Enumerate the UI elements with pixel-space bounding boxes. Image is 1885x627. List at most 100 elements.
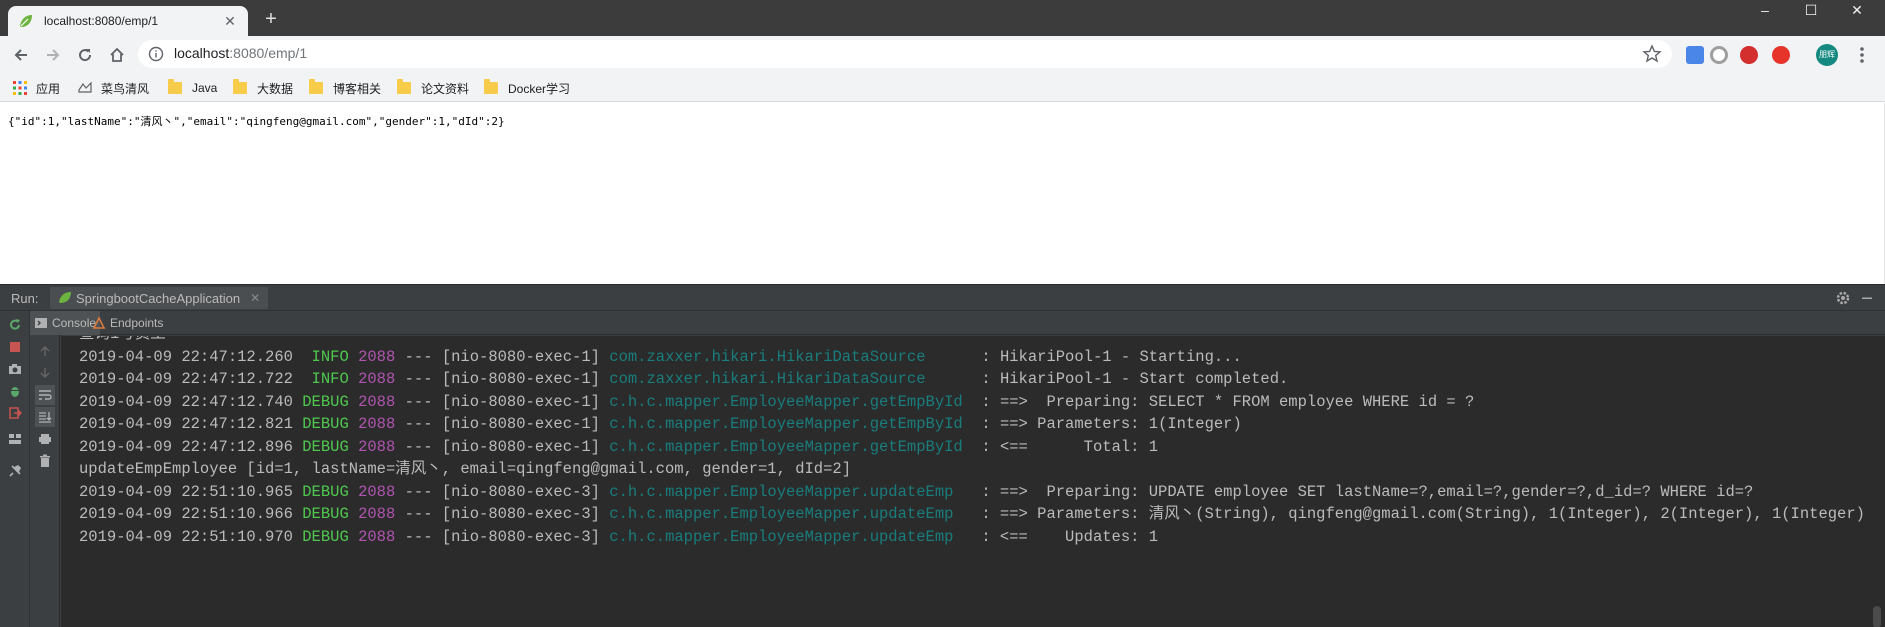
console-scrollbar-thumb[interactable] [1873, 606, 1881, 627]
console-scrollbar[interactable] [1869, 336, 1885, 627]
browser-menu-icon[interactable] [1852, 44, 1872, 66]
new-tab-icon[interactable]: + [260, 8, 282, 30]
bookmark-star-icon[interactable] [1642, 44, 1662, 64]
log-logger: c.h.c.mapper.EmployeeMapper.updateEmp [609, 505, 954, 523]
layout-icon[interactable] [5, 429, 25, 449]
scroll-down-icon[interactable] [35, 363, 55, 383]
log-logger: com.zaxxer.hikari.HikariDataSource [609, 347, 926, 366]
console-line: 2019-04-09 22:47:12.260 INFO 2088 --- [n… [79, 346, 1242, 368]
log-pid: 2088 [358, 392, 396, 411]
log-thread: --- [nio-8080-exec-1] [404, 392, 600, 411]
browser-toolbar: localhost:8080/emp/1 朋辉 [0, 36, 1885, 74]
bookmark-label: Java [192, 81, 218, 95]
bookmarks-bar: 应用 菜鸟清风 Java 大数据 博客相关 论文资料 Docker学习 [0, 74, 1885, 102]
console-line: 2019-04-09 22:51:10.965 DEBUG 2088 --- [… [79, 481, 1753, 503]
bookmark-label: Docker学习 [508, 81, 571, 96]
url-host: localhost [174, 45, 230, 61]
scroll-to-end-icon[interactable] [35, 407, 55, 427]
stop-icon[interactable] [5, 337, 25, 357]
log-message: : HikariPool-1 - Starting... [981, 347, 1242, 366]
back-icon[interactable] [10, 44, 32, 66]
tab-title: localhost:8080/emp/1 [44, 14, 159, 28]
log-pid: 2088 [358, 437, 396, 456]
bookmark-folder-bigdata[interactable]: 大数据 [233, 78, 293, 98]
console-line: 2019-04-09 22:51:10.966 DEBUG 2088 --- [… [79, 503, 1865, 525]
hide-panel-icon[interactable] [1859, 290, 1875, 306]
profile-avatar[interactable]: 朋辉 [1816, 44, 1838, 66]
log-pid: 2088 [358, 482, 396, 501]
console-line: 2019-04-09 22:47:12.740 DEBUG 2088 --- [… [79, 391, 1474, 413]
url-text: localhost:8080/emp/1 [174, 45, 307, 61]
log-timestamp: 2019-04-09 22:47:12.740 [79, 392, 293, 411]
reload-icon[interactable] [74, 44, 96, 66]
log-thread: --- [nio-8080-exec-3] [404, 527, 600, 546]
log-message: : ==> Parameters: 1(Integer) [981, 415, 1242, 433]
console-output[interactable]: 查询1号员工 2019-04-09 22:47:12.260 INFO 2088 … [61, 336, 1869, 627]
folder-icon [484, 79, 498, 94]
tab-endpoints[interactable]: Endpoints [88, 311, 167, 335]
log-level: DEBUG [302, 527, 349, 546]
log-thread: --- [nio-8080-exec-3] [404, 482, 600, 501]
bookmark-folder-java[interactable]: Java [168, 78, 217, 98]
log-pid: 2088 [358, 505, 396, 523]
pin-icon[interactable] [5, 461, 25, 481]
log-pid: 2088 [358, 370, 396, 388]
scroll-up-icon[interactable] [35, 341, 55, 361]
home-icon[interactable] [106, 44, 128, 66]
tab-close-icon[interactable]: ✕ [222, 13, 238, 29]
bookmark-apps[interactable]: 应用 [12, 78, 60, 98]
url-path: :8080/emp/1 [229, 45, 308, 61]
log-level: DEBUG [302, 437, 349, 456]
log-message: : ==> Parameters: 清风丶(String), qingfeng@… [981, 505, 1865, 523]
log-logger: c.h.c.mapper.EmployeeMapper.updateEmp [609, 482, 954, 501]
log-thread: --- [nio-8080-exec-1] [404, 415, 600, 433]
exit-icon[interactable] [5, 403, 25, 423]
forward-icon[interactable] [42, 44, 64, 66]
log-timestamp: 2019-04-09 22:47:12.260 [79, 347, 293, 366]
settings-gear-icon[interactable] [1835, 290, 1851, 306]
console-line: 2019-04-09 22:47:12.896 DEBUG 2088 --- [… [79, 436, 1158, 458]
log-thread: --- [nio-8080-exec-1] [404, 370, 600, 388]
translate-extension-icon[interactable] [1686, 46, 1704, 64]
log-timestamp: 2019-04-09 22:47:12.821 [79, 415, 293, 433]
console-text: updateEmpEmployee [id=1, lastName=清风丶, e… [79, 460, 852, 478]
adblock-extension-icon[interactable] [1740, 46, 1758, 64]
bookmark-folder-papers[interactable]: 论文资料 [397, 78, 469, 98]
log-logger: c.h.c.mapper.EmployeeMapper.updateEmp [609, 527, 954, 546]
folder-icon [309, 79, 323, 94]
log-level: DEBUG [302, 415, 349, 433]
info-icon[interactable] [148, 46, 164, 62]
close-window-icon[interactable]: ✕ [1834, 0, 1880, 22]
log-pid: 2088 [358, 415, 396, 433]
log-level: DEBUG [302, 482, 349, 501]
print-icon[interactable] [35, 429, 55, 449]
circle-extension-icon[interactable] [1710, 46, 1728, 64]
run-config-name: SpringbootCacheApplication [76, 290, 241, 306]
console-line: updateEmpEmployee [id=1, lastName=清风丶, e… [79, 458, 851, 480]
bookmark-label: 博客相关 [333, 81, 382, 96]
log-message: : <== Total: 1 [981, 437, 1159, 456]
run-config-tab[interactable]: SpringbootCacheApplication ✕ [50, 287, 269, 309]
log-logger: c.h.c.mapper.EmployeeMapper.getEmpById [609, 392, 963, 411]
bookmark-site-icon [78, 81, 92, 93]
bookmark-folder-docker[interactable]: Docker学习 [484, 78, 570, 98]
debug-bug-icon[interactable] [5, 381, 25, 401]
run-toolbar [0, 311, 30, 627]
soft-wrap-icon[interactable] [35, 385, 55, 405]
clear-trash-icon[interactable] [35, 451, 55, 471]
camera-icon[interactable] [5, 359, 25, 379]
folder-icon [397, 79, 411, 94]
log-level: INFO [302, 370, 349, 388]
endpoints-icon [92, 316, 106, 329]
bookmark-site[interactable]: 菜鸟清风 [77, 78, 149, 98]
bookmark-folder-blog[interactable]: 博客相关 [309, 78, 381, 98]
browser-tab[interactable]: localhost:8080/emp/1 ✕ [8, 6, 248, 36]
close-run-tab-icon[interactable]: ✕ [250, 291, 260, 305]
console-line: 2019-04-09 22:47:12.821 DEBUG 2088 --- [… [79, 413, 1242, 435]
maximize-icon[interactable]: ☐ [1788, 0, 1834, 22]
address-bar[interactable]: localhost:8080/emp/1 [138, 40, 1672, 68]
spring-run-icon [59, 292, 71, 303]
rerun-icon[interactable] [5, 315, 25, 335]
minimize-icon[interactable]: – [1742, 0, 1788, 22]
weibo-extension-icon[interactable] [1772, 46, 1790, 64]
